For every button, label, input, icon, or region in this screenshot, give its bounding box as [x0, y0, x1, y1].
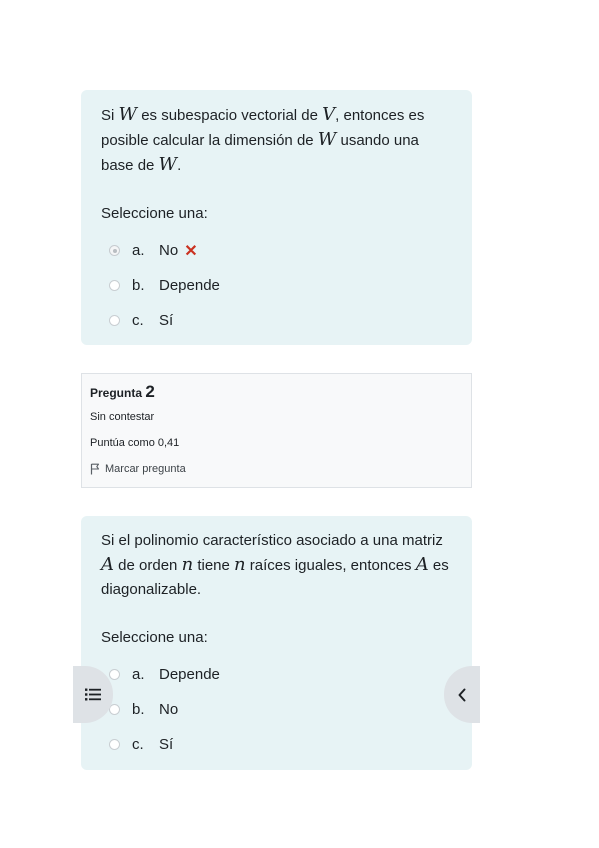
question-status: Sin contestar: [90, 411, 155, 423]
flag-question-link[interactable]: Marcar pregunta: [90, 462, 463, 476]
question-number: Pregunta 2: [90, 382, 155, 401]
question-1-text-panel: Si W es subespacio vectorial de V, enton…: [81, 90, 472, 345]
option-letter: a.: [132, 666, 145, 683]
option-text: Sí: [159, 312, 174, 329]
question-2-info-box: Pregunta 2 Sin contestar Puntúa como 0,4…: [81, 373, 472, 488]
question-2-stem: Si el polinomio característico asociado …: [101, 532, 449, 598]
option-text: Depende: [159, 666, 220, 683]
option-text: No: [159, 242, 179, 259]
option-letter: c.: [132, 736, 144, 753]
option-text: No: [159, 701, 179, 718]
radio[interactable]: [109, 669, 120, 680]
option-text: Depende: [159, 277, 220, 294]
question-1-option-b[interactable]: b. Depende: [101, 268, 452, 303]
chevron-left-icon: [458, 688, 466, 701]
list-icon: [85, 688, 101, 701]
question-2-option-a[interactable]: a. Depende: [101, 657, 452, 692]
option-text: Sí: [159, 736, 174, 753]
question-2-option-c[interactable]: c. Sí: [101, 727, 452, 762]
question-1-options: a. No ✕ b. Depende c. Sí: [101, 233, 452, 338]
flag-icon: [90, 463, 100, 475]
option-letter: a.: [132, 242, 145, 259]
radio-selected[interactable]: [109, 245, 120, 256]
question-2-option-b[interactable]: b. No: [101, 692, 452, 727]
question-2-options: a. Depende b. No c. Sí: [101, 657, 452, 762]
option-letter: b.: [132, 701, 145, 718]
question-1-option-a[interactable]: a. No ✕: [101, 233, 452, 268]
question-2-text-panel: Si el polinomio característico asociado …: [81, 516, 472, 770]
option-letter: c.: [132, 312, 144, 329]
question-points: Puntúa como 0,41: [90, 437, 180, 449]
question-2-prompt: Seleccione una:: [101, 629, 208, 646]
cross-icon: ✕: [184, 242, 198, 260]
question-1-prompt: Seleccione una:: [101, 205, 208, 222]
radio[interactable]: [109, 280, 120, 291]
radio[interactable]: [109, 315, 120, 326]
option-letter: b.: [132, 277, 145, 294]
flag-label: Marcar pregunta: [105, 463, 186, 475]
radio[interactable]: [109, 739, 120, 750]
question-1-stem: Si W es subespacio vectorial de V, enton…: [101, 104, 425, 175]
question-1-option-c[interactable]: c. Sí: [101, 303, 452, 338]
